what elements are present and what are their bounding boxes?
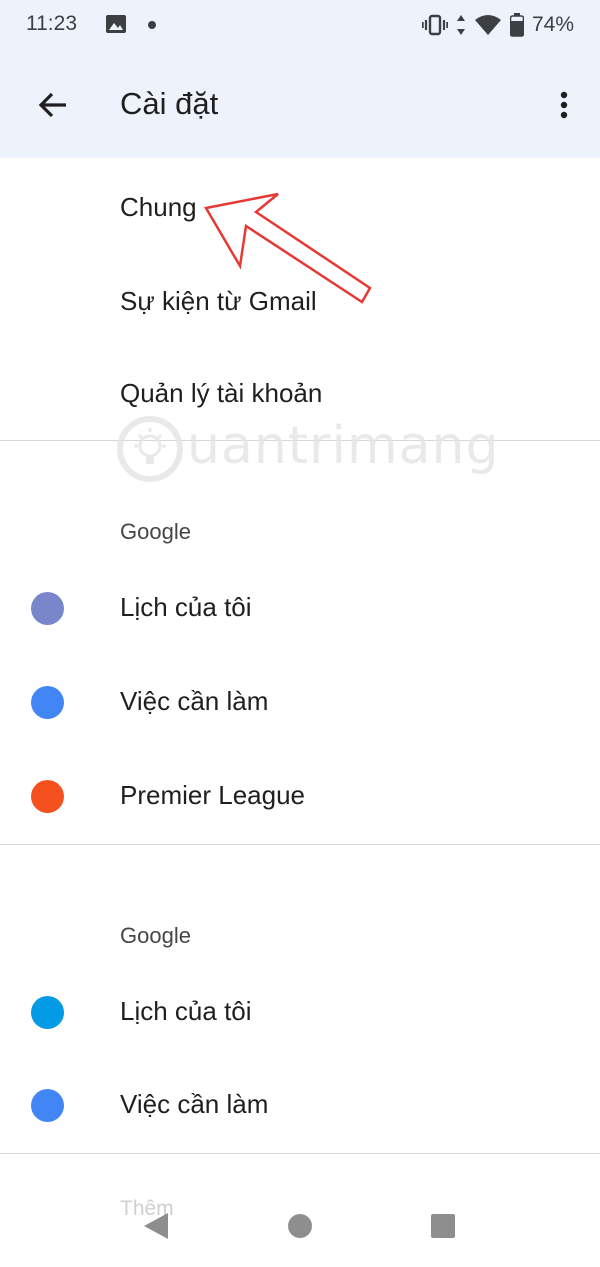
app-bar: Cài đặt xyxy=(0,52,600,158)
settings-item-label: Quản lý tài khoản xyxy=(120,378,323,408)
more-options-button[interactable] xyxy=(544,82,584,128)
calendar-color-dot xyxy=(31,1089,64,1122)
arrow-back-icon xyxy=(38,92,66,118)
wifi-icon xyxy=(474,15,501,35)
nav-recents-button[interactable] xyxy=(421,1204,465,1248)
lightbulb-logo-icon xyxy=(117,416,183,482)
watermark-text: uantrimang xyxy=(187,416,500,476)
calendar-label: Premier League xyxy=(120,780,305,810)
system-nav-bar xyxy=(0,1180,600,1267)
battery-icon xyxy=(509,13,524,37)
divider xyxy=(0,844,600,845)
calendar-item[interactable]: Premier League xyxy=(0,751,600,841)
gallery-icon xyxy=(106,15,126,33)
status-icons: 74% xyxy=(421,10,574,40)
nav-back-button[interactable] xyxy=(134,1204,178,1248)
back-triangle-icon xyxy=(144,1213,168,1239)
notification-dot-icon xyxy=(148,21,156,29)
calendar-label: Lịch của tôi xyxy=(120,996,252,1026)
divider xyxy=(0,1153,600,1154)
section-header: Google xyxy=(120,923,191,948)
calendar-color-dot xyxy=(31,592,64,625)
more-vert-icon xyxy=(560,91,568,119)
status-time: 11:23 xyxy=(26,12,77,35)
page-title: Cài đặt xyxy=(120,86,219,121)
recents-square-icon xyxy=(431,1214,455,1238)
section-header: Google xyxy=(120,519,191,544)
calendar-item[interactable]: Việc cần làm xyxy=(0,657,600,747)
data-arrows-icon xyxy=(456,15,465,35)
status-bar: 11:23 74% xyxy=(0,0,600,52)
watermark: uantrimang xyxy=(115,410,498,490)
calendar-color-dot xyxy=(31,996,64,1029)
calendar-color-dot xyxy=(31,780,64,813)
calendar-item[interactable]: Việc cần làm xyxy=(0,1060,600,1150)
home-circle-icon xyxy=(288,1214,312,1238)
calendar-item[interactable]: Lịch của tôi xyxy=(0,563,600,653)
battery-percent: 74% xyxy=(531,13,574,36)
calendar-label: Việc cần làm xyxy=(120,1089,269,1119)
annotation-arrow-icon xyxy=(204,192,372,304)
back-button[interactable] xyxy=(30,82,76,128)
nav-home-button[interactable] xyxy=(278,1204,322,1248)
settings-item-label: Chung xyxy=(120,192,197,222)
calendar-item[interactable]: Lịch của tôi xyxy=(0,967,600,1057)
calendar-label: Việc cần làm xyxy=(120,686,269,716)
calendar-color-dot xyxy=(31,686,64,719)
calendar-label: Lịch của tôi xyxy=(120,592,252,622)
vibrate-icon xyxy=(421,14,448,36)
